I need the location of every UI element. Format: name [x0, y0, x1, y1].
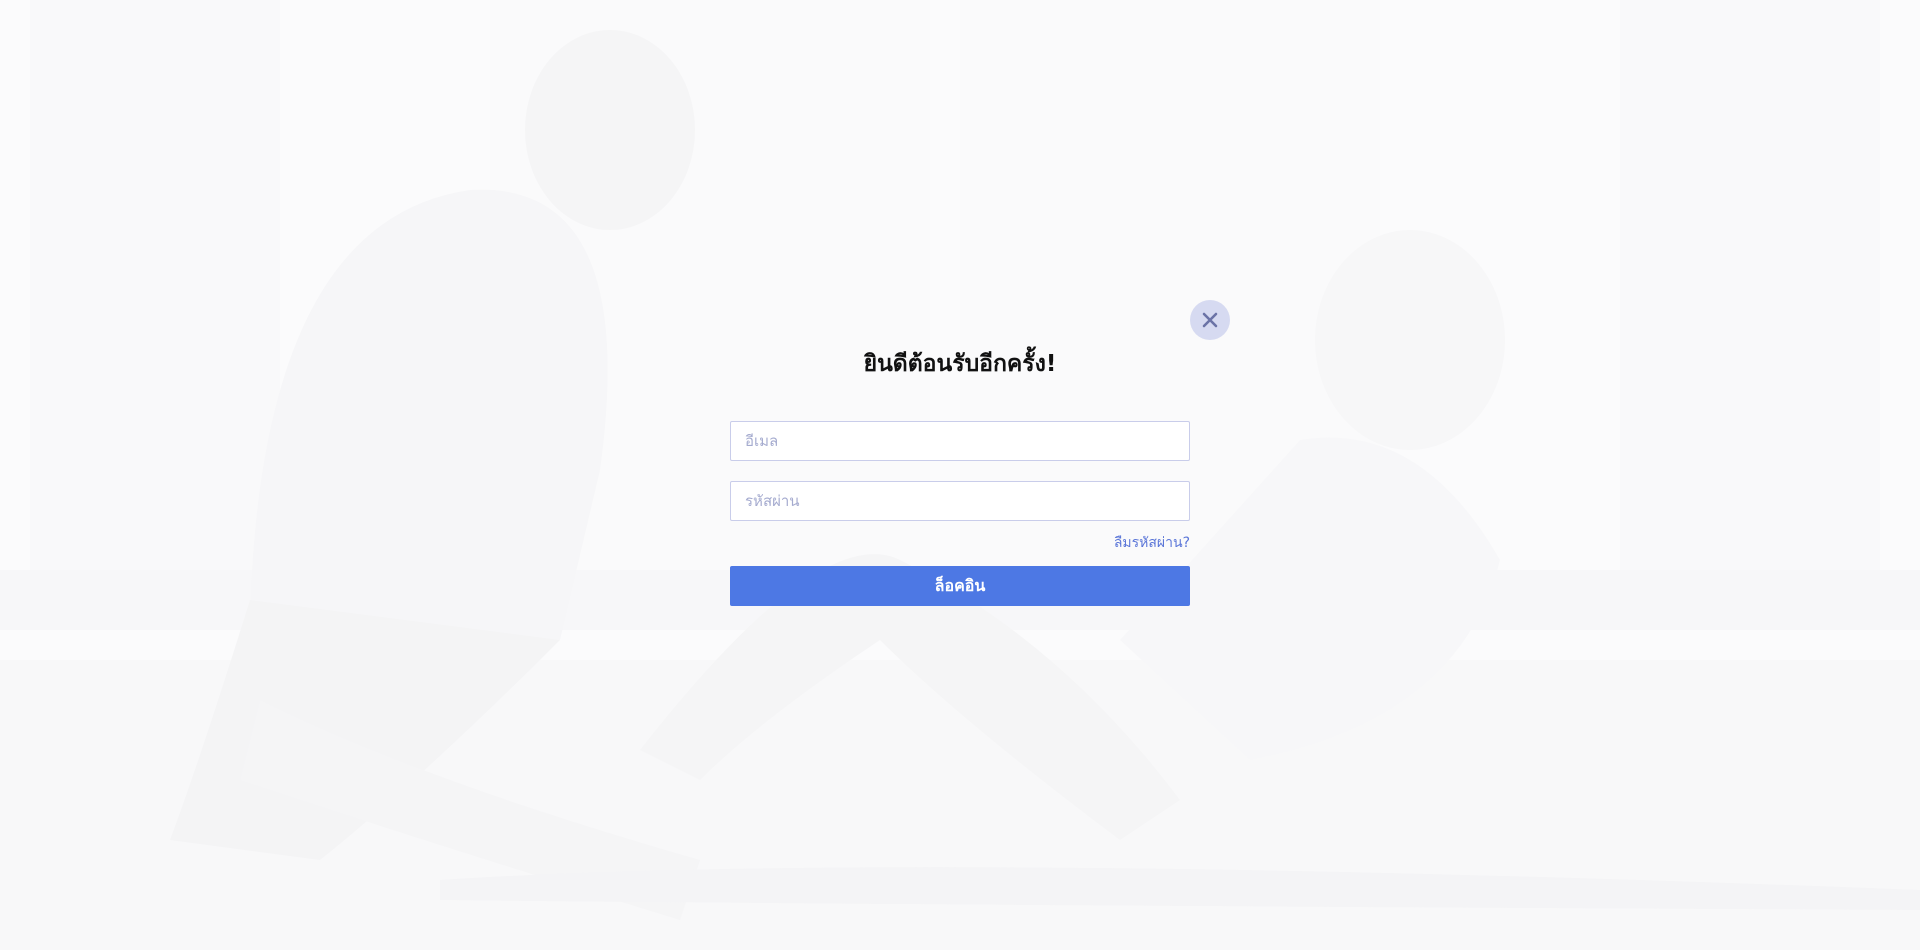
forgot-password-link[interactable]: ลืมรหัสผ่าน?	[1114, 532, 1190, 554]
close-icon	[1201, 311, 1219, 329]
login-page: ยินดีต้อนรับอีกครั้ง! ลืมรหัสผ่าน? ล็อคอ…	[0, 0, 1920, 950]
login-modal: ยินดีต้อนรับอีกครั้ง! ลืมรหัสผ่าน? ล็อคอ…	[730, 300, 1230, 630]
email-field[interactable]	[730, 421, 1190, 461]
modal-title: ยินดีต้อนรับอีกครั้ง!	[863, 351, 1057, 377]
close-button[interactable]	[1190, 300, 1230, 340]
login-button[interactable]: ล็อคอิน	[730, 566, 1190, 606]
password-field[interactable]	[730, 481, 1190, 521]
